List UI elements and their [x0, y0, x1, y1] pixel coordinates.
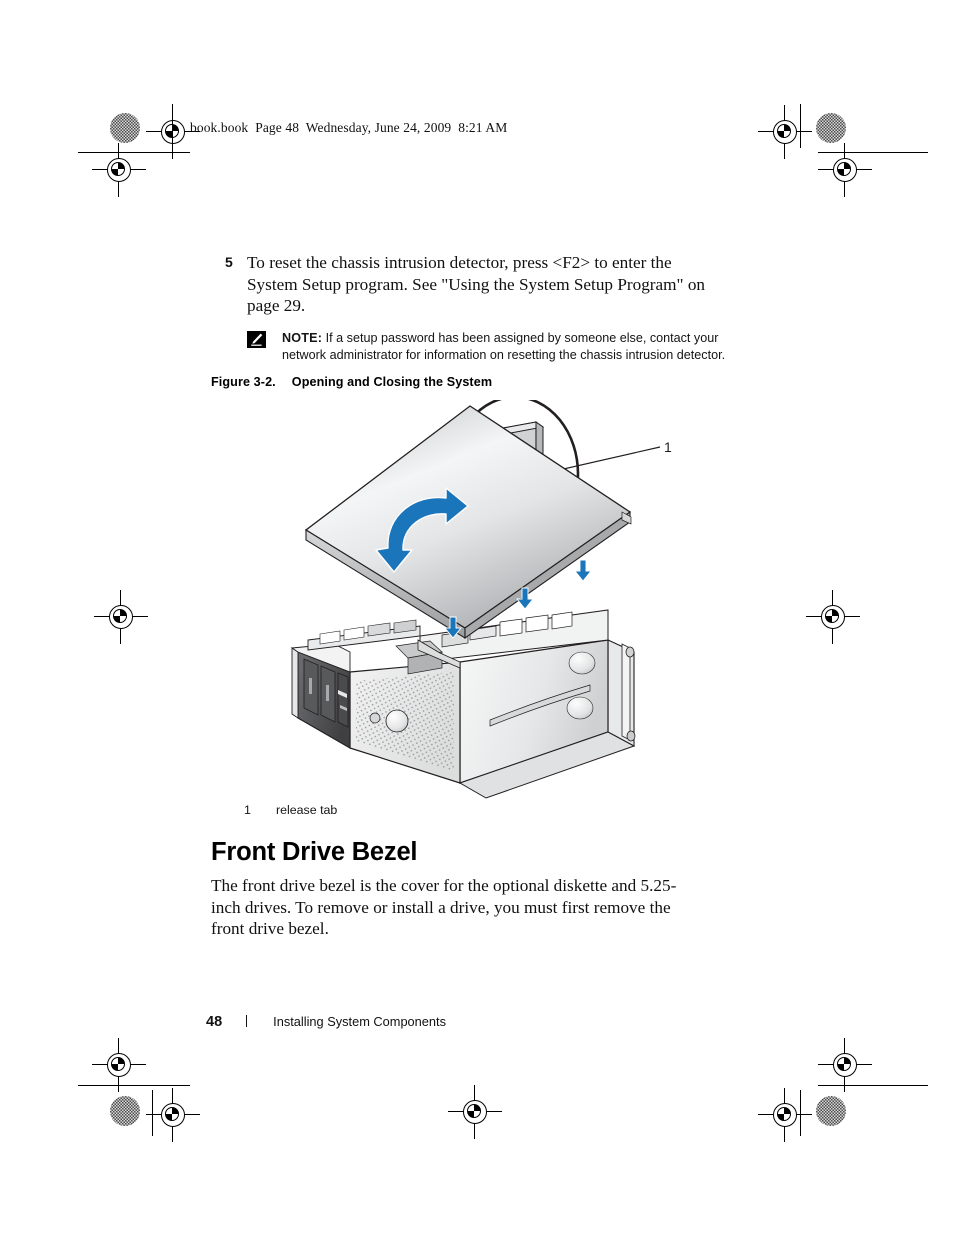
crop-bar-bottom-left — [152, 1090, 153, 1136]
header-file-info: book.book Page 48 Wednesday, June 24, 20… — [190, 120, 508, 135]
crop-line-top-right — [818, 152, 928, 153]
numbered-step-5: 5 To reset the chassis intrusion detecto… — [211, 252, 711, 317]
halftone-dot-top-left — [110, 113, 140, 143]
note-label: NOTE: — [282, 330, 323, 345]
figure-legend: 1 release tab — [244, 803, 337, 817]
callout-number-1: 1 — [664, 439, 672, 455]
halftone-dot-bottom-right — [816, 1096, 846, 1126]
section-heading: Front Drive Bezel — [211, 838, 418, 866]
halftone-dot-top-right — [816, 113, 846, 143]
registration-mark-bottom-right — [758, 1088, 812, 1142]
registration-mark-bottom-left — [146, 1088, 200, 1142]
footer-title: Installing System Components — [273, 1014, 446, 1029]
crop-line-top-left — [78, 152, 190, 153]
registration-mark-top-right — [758, 105, 812, 159]
body-content: 5 To reset the chassis intrusion detecto… — [211, 252, 725, 365]
crop-line-bottom-left — [78, 1085, 190, 1086]
registration-mark-middle-right — [806, 590, 860, 644]
registration-mark-bottom-center — [448, 1085, 502, 1139]
legend-item-label: release tab — [276, 803, 338, 817]
page-footer: 48 Installing System Components — [206, 1014, 446, 1030]
figure-caption-label: Figure 3-2. — [211, 375, 276, 389]
figure-caption: Figure 3-2. Opening and Closing the Syste… — [211, 375, 492, 389]
figure-caption-title: Opening and Closing the System — [291, 375, 493, 389]
note-callout: NOTE: If a setup password has been assig… — [247, 330, 747, 365]
note-text: If a setup password has been assigned by… — [282, 330, 726, 363]
crop-bar-top-right — [800, 104, 801, 148]
document-page: book.book Page 48 Wednesday, June 24, 20… — [0, 0, 954, 1235]
crop-line-bottom-right — [818, 1085, 928, 1086]
crop-bar-bottom-right — [800, 1090, 801, 1136]
footer-separator — [246, 1015, 248, 1027]
halftone-dot-bottom-left — [110, 1096, 140, 1126]
system-cover-lid — [304, 405, 632, 640]
section-paragraph: The front drive bezel is the cover for t… — [211, 876, 677, 938]
footer-page-number: 48 — [206, 1014, 223, 1030]
registration-mark-middle-left — [94, 590, 148, 644]
step-number: 5 — [225, 254, 233, 270]
step-text: To reset the chassis intrusion detector,… — [247, 253, 706, 315]
note-pencil-icon — [247, 330, 266, 348]
crop-bar-top-left — [172, 104, 173, 148]
registration-mark-upper-left — [92, 143, 146, 197]
registration-mark-upper-right — [818, 143, 872, 197]
figure-illustration: 1 — [290, 400, 710, 800]
legend-item-number: 1 — [244, 803, 251, 817]
registration-mark-lower-left — [92, 1038, 146, 1092]
registration-mark-lower-right — [818, 1038, 872, 1092]
